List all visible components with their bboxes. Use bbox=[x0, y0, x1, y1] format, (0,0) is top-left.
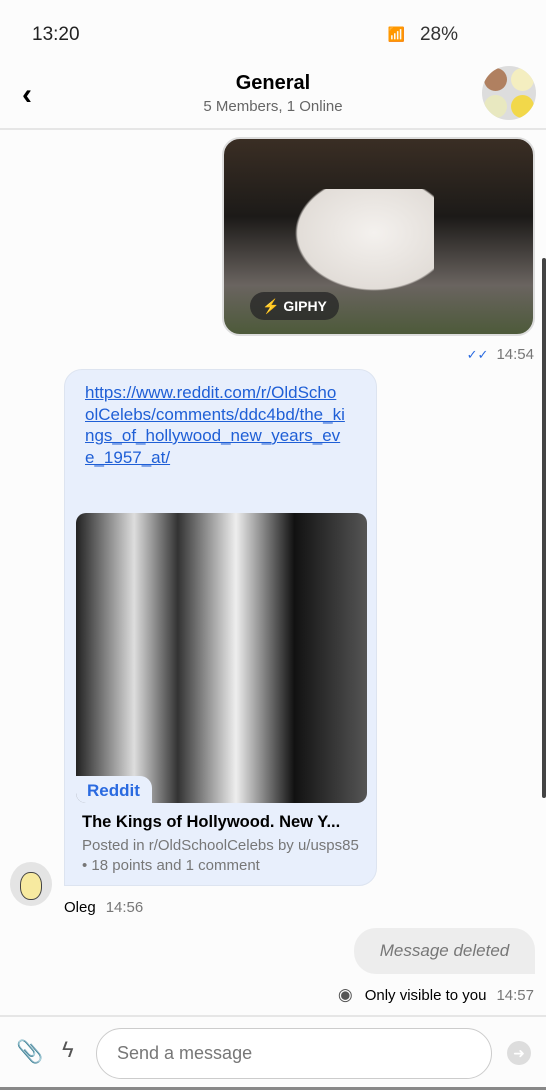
deleted-message: Message deleted bbox=[354, 928, 535, 974]
preview-source: Reddit bbox=[76, 776, 152, 803]
channel-header: ‹ General 5 Members, 1 Online bbox=[0, 60, 546, 130]
send-button[interactable]: ➜ bbox=[507, 1041, 531, 1065]
eye-icon: ◉ bbox=[337, 985, 353, 1004]
status-time: 13:20 bbox=[32, 24, 80, 45]
message-time: 14:57 bbox=[496, 987, 534, 1004]
message-meta: Oleg 14:56 bbox=[64, 899, 143, 916]
message-time: 14:56 bbox=[105, 899, 144, 916]
channel-subtitle: 5 Members, 1 Online bbox=[203, 98, 343, 115]
message-composer: 📎 ϟ Send a message ➜ bbox=[0, 1015, 546, 1087]
channel-title: General bbox=[235, 72, 311, 94]
signal-icons: 📶 bbox=[387, 26, 406, 42]
group-avatar[interactable] bbox=[482, 66, 536, 120]
read-check-icon: ✓✓ bbox=[466, 347, 489, 362]
user-avatar[interactable] bbox=[10, 862, 52, 906]
visibility-text: Only visible to you bbox=[364, 987, 487, 1004]
battery-level: 28% bbox=[419, 24, 458, 45]
commands-bolt-icon[interactable]: ϟ bbox=[62, 1037, 74, 1063]
visibility-note: ◉ Only visible to you 14:57 bbox=[338, 985, 534, 1005]
link-preview-image[interactable]: Reddit bbox=[76, 513, 367, 803]
gif-image bbox=[284, 189, 434, 299]
gif-message[interactable]: ⚡ GIPHY bbox=[222, 137, 535, 336]
scrollbar[interactable] bbox=[542, 258, 546, 798]
message-input[interactable]: Send a message bbox=[96, 1028, 492, 1079]
preview-title: The Kings of Hollywood. New Y... bbox=[82, 813, 341, 831]
message-link[interactable]: https://www.reddit.com/r/OldSchoolCelebs… bbox=[85, 382, 345, 468]
preview-description: Posted in r/OldSchoolCelebs by u/usps85 … bbox=[82, 837, 359, 874]
link-message: https://www.reddit.com/r/OldSchoolCelebs… bbox=[64, 369, 377, 886]
attachment-icon[interactable]: 📎 bbox=[16, 1039, 43, 1065]
message-time: 14:54 bbox=[496, 346, 534, 363]
gif-meta: ✓✓ 14:54 bbox=[467, 346, 534, 363]
giphy-badge: ⚡ GIPHY bbox=[250, 292, 339, 320]
author-name: Oleg bbox=[64, 899, 96, 916]
